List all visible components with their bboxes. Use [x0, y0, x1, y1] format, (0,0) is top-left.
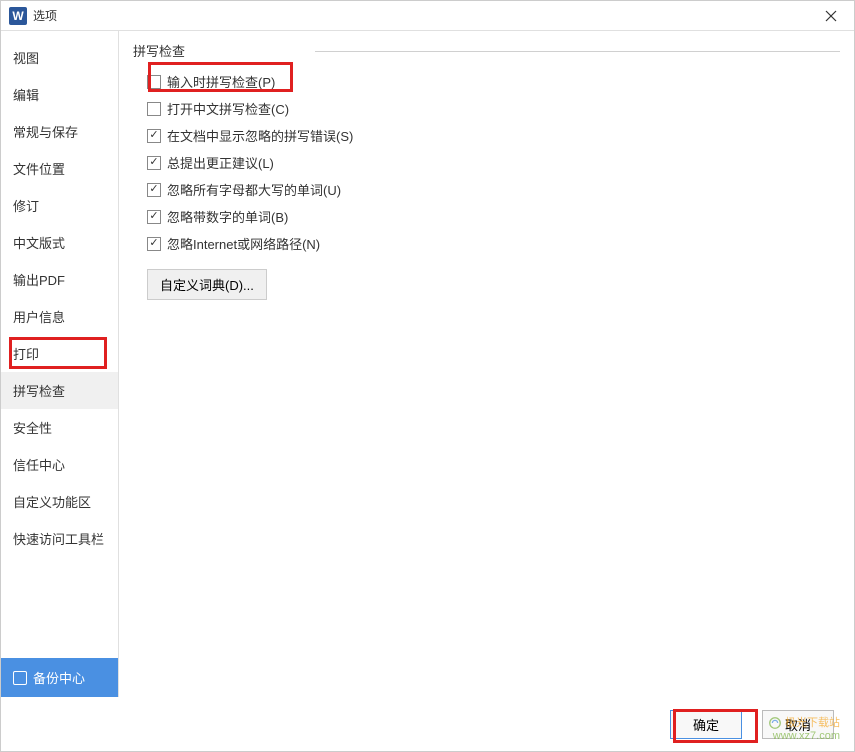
checkbox-ignore-internet[interactable] [147, 237, 161, 251]
sidebar-item-custom-ribbon[interactable]: 自定义功能区 [1, 483, 118, 520]
checkbox-row-ignore-numbers: 忽略带数字的单词(B) [147, 205, 840, 228]
sidebar-item-print[interactable]: 打印 [1, 335, 118, 372]
checkbox-spellcheck-typing[interactable] [147, 75, 161, 89]
checkbox-chinese-spellcheck[interactable] [147, 102, 161, 116]
content-panel: 拼写检查 输入时拼写检查(P) 打开中文拼写检查(C) 在文档中显示忽略的拼写错… [119, 31, 854, 697]
checkbox-row-ignore-internet: 忽略Internet或网络路径(N) [147, 232, 840, 255]
sidebar-item-general-save[interactable]: 常规与保存 [1, 113, 118, 150]
sidebar-item-view[interactable]: 视图 [1, 39, 118, 76]
checkbox-row-chinese-spellcheck: 打开中文拼写检查(C) [147, 97, 840, 120]
checkbox-row-show-ignored: 在文档中显示忽略的拼写错误(S) [147, 124, 840, 147]
section-divider [315, 51, 840, 52]
sidebar-item-file-location[interactable]: 文件位置 [1, 150, 118, 187]
titlebar: W 选项 [1, 1, 854, 31]
custom-dictionary-button[interactable]: 自定义词典(D)... [147, 269, 267, 300]
footer: 确定 取消 [1, 697, 854, 751]
backup-icon [13, 671, 27, 685]
close-icon [825, 10, 837, 22]
backup-center-button[interactable]: 备份中心 [1, 658, 118, 697]
checkbox-row-ignore-uppercase: 忽略所有字母都大写的单词(U) [147, 178, 840, 201]
checkbox-label: 输入时拼写检查(P) [167, 72, 275, 91]
checkbox-ignore-numbers[interactable] [147, 210, 161, 224]
checkbox-label: 忽略Internet或网络路径(N) [167, 234, 320, 253]
checkbox-label: 在文档中显示忽略的拼写错误(S) [167, 126, 353, 145]
app-icon: W [9, 7, 27, 25]
checkbox-row-spellcheck-typing: 输入时拼写检查(P) [147, 70, 840, 93]
cancel-button[interactable]: 取消 [762, 710, 834, 739]
checkbox-label: 打开中文拼写检查(C) [167, 99, 289, 118]
backup-center-label: 备份中心 [33, 668, 85, 687]
checkbox-label: 总提出更正建议(L) [167, 153, 274, 172]
checkbox-ignore-uppercase[interactable] [147, 183, 161, 197]
window-title: 选项 [33, 7, 57, 24]
sidebar-item-output-pdf[interactable]: 输出PDF [1, 261, 118, 298]
sidebar: 视图 编辑 常规与保存 文件位置 修订 中文版式 输出PDF 用户信息 打印 拼… [1, 31, 119, 697]
ok-button[interactable]: 确定 [670, 710, 742, 739]
sidebar-item-chinese-layout[interactable]: 中文版式 [1, 224, 118, 261]
sidebar-item-trust-center[interactable]: 信任中心 [1, 446, 118, 483]
sidebar-item-security[interactable]: 安全性 [1, 409, 118, 446]
checkbox-row-suggest-corrections: 总提出更正建议(L) [147, 151, 840, 174]
checkbox-suggest-corrections[interactable] [147, 156, 161, 170]
main-container: 视图 编辑 常规与保存 文件位置 修订 中文版式 输出PDF 用户信息 打印 拼… [1, 31, 854, 697]
sidebar-item-revision[interactable]: 修订 [1, 187, 118, 224]
close-button[interactable] [816, 1, 846, 31]
sidebar-item-spellcheck[interactable]: 拼写检查 [1, 372, 118, 409]
checkbox-label: 忽略所有字母都大写的单词(U) [167, 180, 341, 199]
checkbox-label: 忽略带数字的单词(B) [167, 207, 288, 226]
sidebar-item-user-info[interactable]: 用户信息 [1, 298, 118, 335]
checkbox-show-ignored[interactable] [147, 129, 161, 143]
sidebar-item-edit[interactable]: 编辑 [1, 76, 118, 113]
sidebar-item-quick-access[interactable]: 快速访问工具栏 [1, 520, 118, 557]
